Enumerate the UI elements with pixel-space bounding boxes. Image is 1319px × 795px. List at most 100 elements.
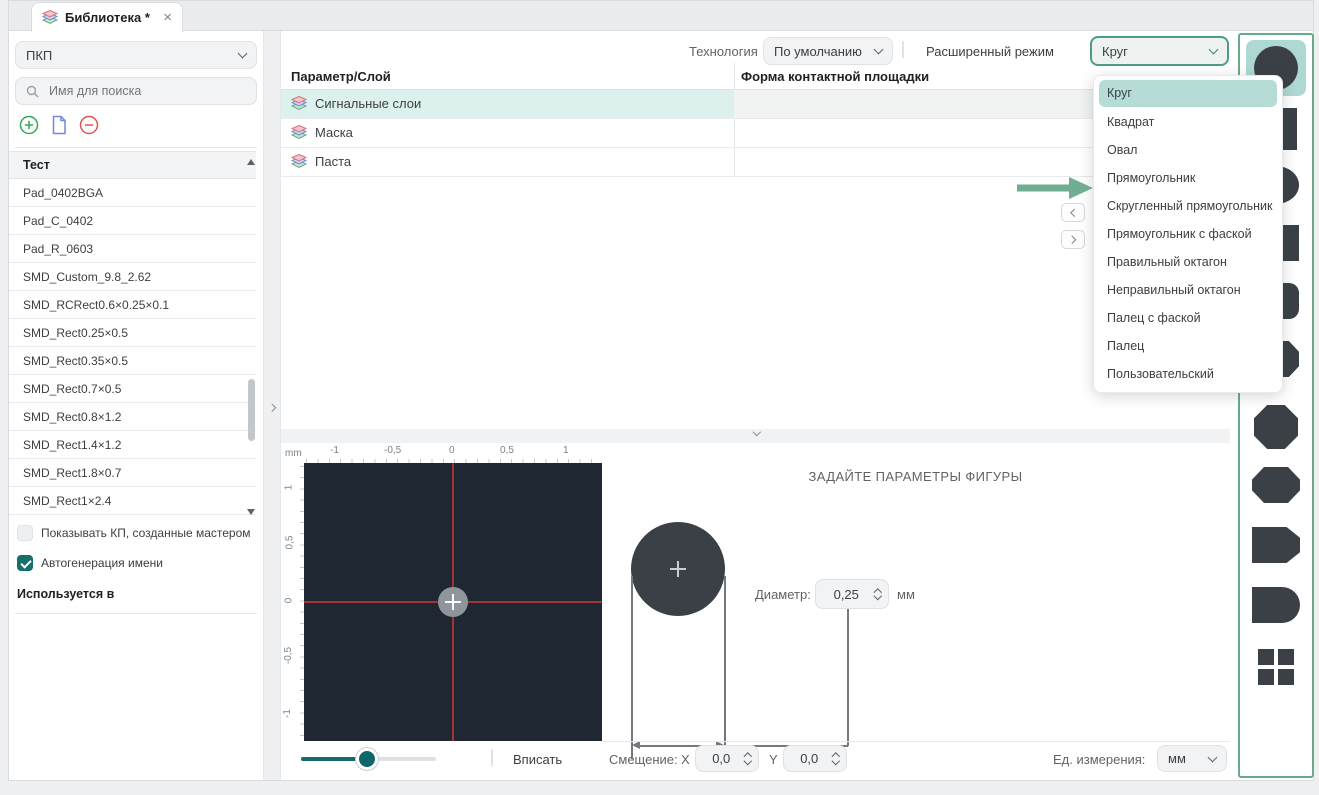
technology-select[interactable]: По умолчанию — [763, 37, 893, 65]
list-item[interactable]: SMD_Rect1.8×0.7 — [9, 459, 256, 487]
list-item[interactable]: SMD_Rect1.4×1.2 — [9, 431, 256, 459]
fit-checkbox[interactable] — [491, 749, 493, 766]
units-label: Ед. измерения: — [1053, 752, 1146, 767]
chevron-right-icon — [1067, 235, 1076, 244]
checkbox-label: Автогенерация имени — [41, 556, 163, 570]
extended-mode-checkbox[interactable] — [902, 41, 904, 58]
offset-y-label: Y — [769, 752, 778, 767]
offset-x-label: X — [681, 752, 690, 767]
params-title: ЗАДАЙТЕ ПАРАМЕТРЫ ФИГУРЫ — [808, 469, 1023, 484]
row-label: Паста — [315, 154, 352, 169]
layers-icon — [291, 154, 307, 169]
dropdown-option[interactable]: Палец с фаской — [1094, 304, 1282, 332]
ruler-tick: -1 — [330, 445, 339, 456]
pad-preview-canvas[interactable] — [304, 463, 602, 741]
pad-shape-circle — [438, 587, 468, 617]
checkbox-unchecked[interactable] — [17, 525, 33, 541]
zoom-slider-thumb[interactable] — [356, 748, 378, 770]
extended-mode-label: Расширенный режим — [926, 44, 1054, 59]
show-master-checkbox[interactable]: Показывать КП, созданные мастером — [17, 525, 251, 541]
autogen-name-checkbox[interactable]: Автогенерация имени — [17, 555, 163, 571]
ruler-tick: 0,5 — [284, 535, 296, 550]
palette-finger[interactable] — [1240, 583, 1312, 627]
list-item[interactable]: SMD_Custom_9.8_2.62 — [9, 263, 256, 291]
fit-label: Вписать — [513, 752, 563, 767]
list-item[interactable]: SMD_Rect0.25×0.5 — [9, 319, 256, 347]
dropdown-option[interactable]: Овал — [1094, 136, 1282, 164]
search-icon — [26, 85, 39, 97]
list-item[interactable]: SMD_RCRect0.6×0.25×0.1 — [9, 291, 256, 319]
pad-list-header: Тест — [9, 151, 256, 179]
pad-type-select[interactable]: ПКП — [15, 41, 257, 69]
units-select[interactable]: мм — [1157, 745, 1227, 772]
diameter-input[interactable]: 0,25 — [815, 579, 889, 609]
zoom-slider[interactable] — [301, 748, 436, 770]
scroll-down-icon[interactable] — [247, 509, 255, 515]
finger-chamfered-icon — [1252, 527, 1300, 563]
custom-shape-icon — [1258, 649, 1294, 685]
dropdown-option[interactable]: Прямоугольник — [1094, 164, 1282, 192]
dropdown-option[interactable]: Пользовательский — [1094, 360, 1282, 388]
next-page-button[interactable] — [1061, 230, 1085, 249]
ruler-tick: -0,5 — [384, 445, 402, 456]
tab-close-icon[interactable]: × — [163, 10, 172, 25]
tab-library[interactable]: Библиотека * × — [31, 2, 183, 32]
layers-icon — [291, 125, 307, 140]
ruler-tick: -0,5 — [283, 646, 295, 665]
list-item[interactable]: Pad_R_0603 — [9, 235, 256, 263]
table-header-parameter: Параметр/Слой — [291, 69, 391, 84]
offset-x-input[interactable]: 0,0 — [695, 745, 759, 772]
dropdown-option[interactable]: Правильный октагон — [1094, 248, 1282, 276]
divider — [15, 613, 257, 614]
scroll-up-icon[interactable] — [247, 159, 255, 165]
list-item[interactable]: SMD_Rect0.8×1.2 — [9, 403, 256, 431]
ruler-tick: 1 — [563, 445, 569, 456]
scrollbar[interactable] — [248, 379, 255, 441]
offset-y-input[interactable]: 0,0 — [783, 745, 847, 772]
search-box[interactable] — [15, 77, 257, 105]
offset-x-value: 0,0 — [712, 751, 731, 766]
layers-icon — [42, 10, 58, 25]
palette-regular-octagon[interactable] — [1240, 403, 1312, 451]
ruler-tick: 0 — [283, 597, 295, 604]
stepper-icons[interactable] — [743, 752, 752, 765]
pad-shape-select[interactable]: Круг — [1090, 36, 1229, 66]
ruler-tick: 1 — [283, 484, 295, 491]
stepper-icons[interactable] — [831, 752, 840, 765]
list-item[interactable]: Pad_0402BGA — [9, 179, 256, 207]
table-row-signal-layers[interactable]: Сигнальные слои — [281, 90, 1230, 119]
copy-pad-button[interactable] — [51, 115, 67, 135]
chevron-down-icon — [873, 44, 884, 55]
table-row-mask[interactable]: Маска — [281, 119, 1230, 148]
palette-irregular-octagon[interactable] — [1240, 463, 1312, 507]
add-pad-button[interactable] — [19, 115, 39, 135]
prev-page-button[interactable] — [1061, 203, 1085, 222]
palette-custom[interactable] — [1240, 645, 1312, 689]
checkbox-checked[interactable] — [17, 555, 33, 571]
palette-finger-chamfered[interactable] — [1240, 523, 1312, 567]
table-row-paste[interactable]: Паста — [281, 148, 1230, 177]
dropdown-option[interactable]: Палец — [1094, 332, 1282, 360]
chevron-down-icon — [1208, 44, 1219, 55]
table-header-shape: Форма контактной площадки — [741, 69, 930, 84]
stepper-icons[interactable] — [873, 588, 882, 600]
offset-label: Смещение: — [609, 752, 678, 767]
left-panel: ПКП Имя для поиска Тест Pad_0402BGA Pad_… — [9, 31, 263, 780]
dropdown-option[interactable]: Круг — [1099, 80, 1277, 107]
remove-pad-button[interactable] — [79, 115, 99, 135]
search-input[interactable] — [47, 83, 246, 99]
diameter-label: Диаметр: — [755, 587, 811, 602]
irregular-octagon-icon — [1252, 467, 1300, 503]
list-item[interactable]: Pad_C_0402 — [9, 207, 256, 235]
dropdown-option[interactable]: Квадрат — [1094, 108, 1282, 136]
list-item[interactable]: SMD_Rect0.7×0.5 — [9, 375, 256, 403]
dropdown-option[interactable]: Неправильный октагон — [1094, 276, 1282, 304]
list-item[interactable]: SMD_Rect0.35×0.5 — [9, 347, 256, 375]
diameter-value: 0,25 — [833, 586, 859, 602]
tab-title: Библиотека * — [65, 10, 150, 25]
list-item[interactable]: SMD_Rect1×2.4 — [9, 487, 256, 515]
dropdown-option[interactable]: Прямоугольник с фаской — [1094, 220, 1282, 248]
used-in-header: Используется в — [17, 587, 115, 601]
dropdown-option[interactable]: Скругленный прямоугольник — [1094, 192, 1282, 220]
tab-strip: Библиотека * × — [8, 0, 1314, 32]
